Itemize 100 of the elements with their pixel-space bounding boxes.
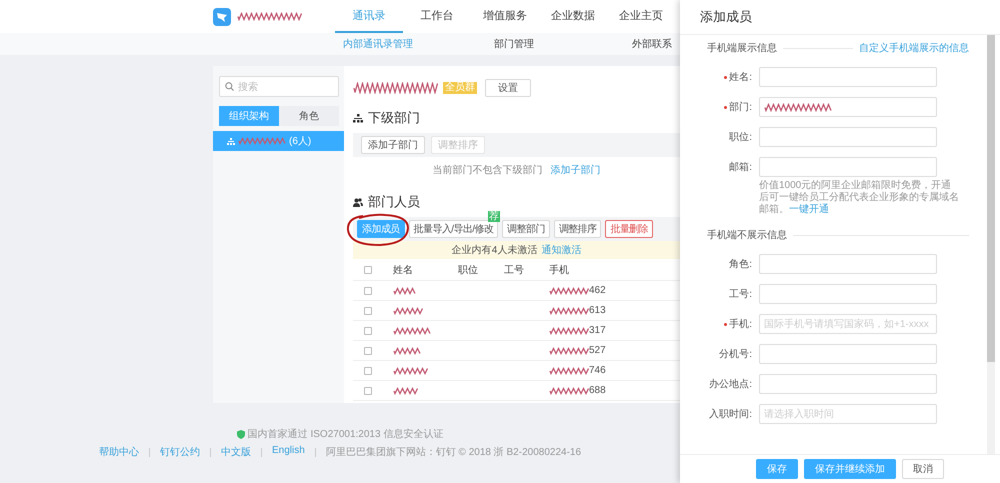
add-subdepartment-link[interactable]: 添加子部门 bbox=[550, 163, 600, 177]
section-heading: 下级部门 bbox=[368, 109, 420, 127]
footer-link[interactable]: English bbox=[272, 445, 305, 459]
checkbox[interactable] bbox=[364, 326, 372, 334]
field-label: 办公地点: bbox=[709, 378, 752, 391]
department-item[interactable]: (6人) bbox=[213, 131, 344, 151]
nav-tab[interactable]: 企业数据 bbox=[539, 0, 607, 33]
toolbar-button[interactable]: 批量删除 bbox=[605, 220, 653, 238]
settings-button[interactable]: 设置 bbox=[485, 79, 531, 97]
input-field[interactable] bbox=[759, 127, 937, 147]
field-label: 工号: bbox=[729, 288, 752, 301]
redaction-scribble bbox=[549, 326, 589, 334]
input-field[interactable] bbox=[759, 97, 937, 117]
section-heading: 手机端不展示信息 bbox=[707, 228, 787, 242]
checkbox[interactable] bbox=[364, 286, 372, 294]
org-chart-icon bbox=[353, 114, 363, 122]
org-icon bbox=[227, 138, 235, 144]
checkbox[interactable] bbox=[364, 366, 372, 374]
empty-message: 当前部门不包含下级部门 bbox=[432, 164, 542, 177]
table-cell: 613 bbox=[589, 305, 606, 316]
column-header: 手机 bbox=[549, 264, 569, 276]
redaction-scribble bbox=[393, 386, 420, 394]
checkbox[interactable] bbox=[364, 386, 372, 394]
member-count: (6人) bbox=[289, 135, 312, 148]
redaction-scribble bbox=[549, 386, 589, 394]
table-cell: 317 bbox=[589, 325, 606, 336]
search-icon bbox=[225, 82, 234, 91]
toolbar-button[interactable]: 批量导入/导出/修改 bbox=[408, 220, 498, 238]
toolbar-button[interactable]: 添加子部门 bbox=[361, 136, 425, 154]
field-label: 手机: bbox=[729, 318, 752, 331]
help-text: 价值1000元的阿里企业邮箱限时免费，开通后可一键给员工分配代表企业形象的专属域名邮箱。一键开通 bbox=[759, 180, 959, 216]
required-mark bbox=[724, 322, 728, 326]
scrollbar[interactable] bbox=[987, 35, 995, 454]
certification-text: 国内首家通过 ISO27001:2013 信息安全认证 bbox=[248, 428, 444, 441]
customize-link[interactable]: 自定义手机端展示的信息 bbox=[859, 41, 969, 55]
redaction-scribble bbox=[237, 12, 303, 21]
redaction-scribble bbox=[393, 366, 429, 374]
sub-nav-tab[interactable]: 外部联系 bbox=[632, 37, 672, 51]
sub-nav-tab[interactable]: 部门管理 bbox=[446, 37, 582, 51]
enable-link[interactable]: 一键开通 bbox=[789, 204, 829, 215]
notify-link[interactable]: 通知激活 bbox=[541, 243, 582, 257]
footer-link[interactable]: 钉钉公约 bbox=[160, 445, 200, 459]
nav-tab[interactable]: 企业主页 bbox=[607, 0, 675, 33]
field-label: 职位: bbox=[729, 131, 752, 144]
drawer-button[interactable]: 保存 bbox=[756, 459, 798, 479]
column-header: 工号 bbox=[504, 264, 524, 276]
redaction-scribble bbox=[393, 286, 417, 294]
field-label: 角色: bbox=[729, 258, 752, 271]
field-label: 部门: bbox=[729, 100, 752, 114]
redaction-scribble bbox=[549, 346, 589, 354]
copyright-text: 阿里巴巴集团旗下网站：钉钉 © 2018 浙 B2-20080224-16 bbox=[326, 446, 582, 459]
footer-link[interactable]: 中文版 bbox=[220, 445, 251, 459]
redaction-scribble bbox=[549, 306, 589, 314]
redaction-scribble bbox=[393, 306, 424, 314]
drawer-title: 添加成员 bbox=[700, 8, 752, 26]
redaction-scribble bbox=[393, 326, 431, 334]
search-field[interactable]: 搜索 bbox=[219, 76, 339, 97]
redaction-scribble bbox=[549, 286, 589, 294]
drawer-button[interactable]: 取消 bbox=[902, 459, 944, 479]
redaction-scribble bbox=[238, 137, 286, 145]
field-label: 姓名: bbox=[729, 71, 752, 84]
input-field[interactable] bbox=[759, 67, 937, 87]
table-cell: 527 bbox=[589, 345, 606, 356]
field-label: 邮箱: bbox=[729, 160, 752, 174]
table-cell: 462 bbox=[589, 285, 606, 296]
section-heading: 手机端展示信息 bbox=[707, 42, 777, 55]
sidebar-tab[interactable]: 角色 bbox=[279, 106, 339, 126]
required-mark bbox=[724, 76, 728, 78]
toolbar-button[interactable]: 调整部门 bbox=[502, 220, 550, 238]
input-field[interactable] bbox=[759, 254, 937, 274]
shield-icon bbox=[236, 430, 245, 438]
redaction-scribble bbox=[393, 346, 422, 354]
recommend-badge: 荐 bbox=[488, 211, 500, 222]
sub-nav-tab[interactable]: 内部通讯录管理 bbox=[310, 37, 446, 51]
redaction-scribble bbox=[549, 366, 589, 374]
checkbox[interactable] bbox=[364, 266, 372, 274]
toolbar-button[interactable]: 调整排序 bbox=[554, 220, 602, 238]
required-mark bbox=[724, 106, 728, 108]
column-header: 职位 bbox=[458, 264, 478, 276]
people-icon bbox=[353, 198, 363, 206]
input-field[interactable] bbox=[759, 344, 937, 364]
footer-link[interactable]: 帮助中心 bbox=[98, 445, 139, 459]
input-field[interactable] bbox=[759, 284, 937, 304]
toolbar-button[interactable]: 添加成员 bbox=[357, 220, 405, 238]
nav-tab[interactable]: 工作台 bbox=[403, 0, 471, 33]
sidebar-tab[interactable]: 组织架构 bbox=[219, 106, 279, 126]
field-label: 入职时间: bbox=[709, 408, 752, 421]
column-header: 姓名 bbox=[393, 264, 413, 276]
input-field[interactable] bbox=[759, 374, 937, 394]
nav-tab[interactable]: 增值服务 bbox=[471, 0, 539, 33]
input-field[interactable] bbox=[759, 157, 937, 177]
section-heading: 部门人员 bbox=[368, 193, 420, 211]
redaction-scribble bbox=[764, 102, 832, 112]
checkbox[interactable] bbox=[364, 306, 372, 314]
table-cell: 688 bbox=[589, 385, 606, 396]
drawer-button[interactable]: 保存并继续添加 bbox=[804, 459, 896, 479]
logo-icon[interactable] bbox=[213, 8, 231, 26]
notice-text: 企业内有4人未激活 bbox=[452, 244, 538, 257]
table-cell: 746 bbox=[589, 365, 606, 376]
checkbox[interactable] bbox=[364, 346, 372, 354]
